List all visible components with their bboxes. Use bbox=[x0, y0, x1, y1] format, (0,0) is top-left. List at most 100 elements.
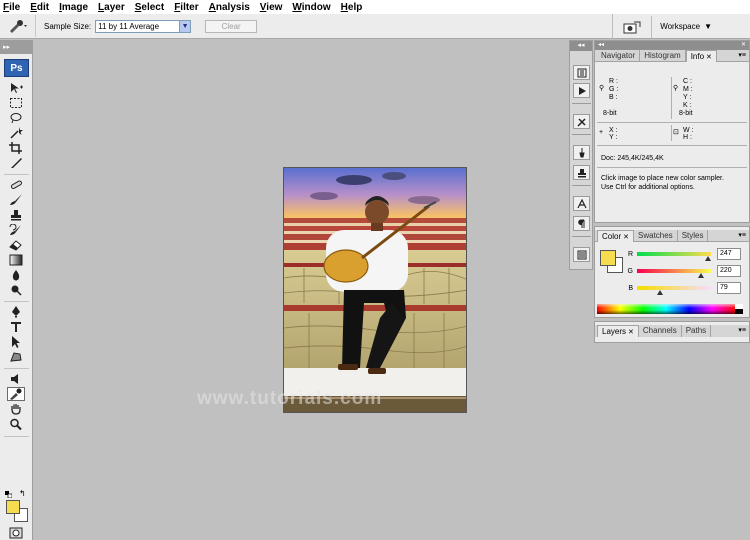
tool-presets-icon bbox=[576, 117, 586, 127]
gradient-tool[interactable] bbox=[7, 253, 25, 267]
menu-window[interactable]: Window bbox=[292, 2, 330, 13]
green-slider-thumb[interactable] bbox=[698, 273, 704, 278]
menu-bar: File Edit Image Layer Select Filter Anal… bbox=[0, 0, 750, 14]
color-ramp[interactable] bbox=[597, 304, 743, 314]
eraser-tool[interactable] bbox=[7, 238, 25, 252]
blue-slider-thumb[interactable] bbox=[657, 290, 663, 295]
move-tool[interactable] bbox=[7, 81, 25, 95]
blur-tool[interactable] bbox=[7, 268, 25, 282]
watermark-text: www.tutorials.com bbox=[197, 388, 383, 409]
info-bit-right: 8-bit bbox=[679, 110, 693, 117]
marquee-tool[interactable] bbox=[7, 96, 25, 110]
info-panel-header[interactable]: ◂◂ ✕ bbox=[595, 41, 749, 50]
path-selection-tool[interactable] bbox=[7, 335, 25, 349]
go-to-bridge-button[interactable] bbox=[621, 19, 643, 35]
layer-comps-icon bbox=[577, 250, 586, 259]
options-bar: Sample Size: 11 by 11 Average ▼ Clear Wo… bbox=[0, 14, 750, 39]
dock-layer-comps-button[interactable] bbox=[573, 247, 590, 262]
menu-layer[interactable]: Layer bbox=[98, 2, 125, 13]
dock-tool-presets-button[interactable] bbox=[573, 114, 590, 129]
lasso-tool[interactable] bbox=[7, 111, 25, 125]
panel-menu-icon[interactable]: ▾≡ bbox=[738, 326, 746, 334]
tab-channels[interactable]: Channels bbox=[639, 325, 682, 337]
shape-tool[interactable] bbox=[7, 350, 25, 364]
dock-character-button[interactable] bbox=[573, 196, 590, 211]
clear-button[interactable]: Clear bbox=[205, 19, 258, 33]
tab-info[interactable]: Info ✕ bbox=[685, 50, 717, 62]
red-value-field[interactable]: 247 bbox=[717, 248, 741, 260]
magic-wand-tool[interactable] bbox=[7, 126, 25, 140]
menu-help[interactable]: Help bbox=[341, 2, 363, 13]
eyedropper-icon: ⚲ bbox=[673, 85, 679, 92]
close-icon[interactable]: ✕ bbox=[706, 54, 712, 61]
close-icon[interactable]: ✕ bbox=[623, 234, 629, 241]
panel-menu-icon[interactable]: ▾≡ bbox=[738, 51, 746, 59]
pen-icon bbox=[12, 306, 20, 318]
layers-panel-group: Layers ✕ Channels Paths ▾≡ bbox=[594, 321, 750, 343]
tab-info-label: Info bbox=[690, 52, 705, 61]
clone-stamp-tool[interactable] bbox=[7, 208, 25, 222]
dock-history-button[interactable] bbox=[573, 65, 590, 80]
slice-tool[interactable] bbox=[7, 156, 25, 170]
tool-preset-picker[interactable] bbox=[0, 15, 36, 37]
menu-image[interactable]: Image bbox=[59, 2, 88, 13]
blue-value-field[interactable]: 79 bbox=[717, 282, 741, 294]
info-hint-line1: Click image to place new color sampler. bbox=[601, 175, 724, 182]
dock-brushes-button[interactable] bbox=[573, 145, 590, 160]
zoom-tool[interactable] bbox=[7, 417, 25, 431]
foreground-color-swatch[interactable] bbox=[6, 500, 20, 514]
menu-select[interactable]: Select bbox=[135, 2, 164, 13]
dock-paragraph-button[interactable] bbox=[573, 216, 590, 231]
black-ramp-end[interactable] bbox=[735, 309, 743, 314]
pen-tool[interactable] bbox=[7, 305, 25, 319]
crop-tool[interactable] bbox=[7, 141, 25, 155]
dock-strip-header[interactable]: ◂◂ bbox=[570, 41, 592, 51]
green-slider[interactable] bbox=[637, 269, 711, 278]
tools-panel-grip[interactable]: ▸▸ bbox=[0, 40, 32, 54]
menu-filter[interactable]: Filter bbox=[174, 2, 198, 13]
tool-separator bbox=[4, 174, 29, 175]
menu-view[interactable]: View bbox=[260, 2, 283, 13]
dodge-icon bbox=[11, 285, 22, 296]
photoshop-logo[interactable]: Ps bbox=[4, 59, 29, 77]
brush-tool[interactable] bbox=[7, 193, 25, 207]
close-icon[interactable]: ✕ bbox=[628, 329, 634, 336]
green-value-field[interactable]: 220 bbox=[717, 265, 741, 277]
menu-file[interactable]: File bbox=[3, 2, 20, 13]
sample-size-select[interactable]: 11 by 11 Average ▼ bbox=[95, 19, 192, 33]
tab-navigator[interactable]: Navigator bbox=[597, 50, 641, 62]
red-slider-thumb[interactable] bbox=[705, 256, 711, 261]
tab-layers[interactable]: Layers ✕ bbox=[597, 325, 639, 337]
info-g-label: G : bbox=[609, 86, 619, 93]
tab-swatches[interactable]: Swatches bbox=[634, 230, 678, 242]
menu-edit[interactable]: Edit bbox=[30, 2, 49, 13]
tab-color[interactable]: Color ✕ bbox=[597, 230, 634, 242]
bridge-icon bbox=[623, 21, 641, 33]
dock-clone-source-button[interactable] bbox=[573, 165, 590, 180]
info-k-label: K : bbox=[683, 102, 692, 109]
red-slider[interactable] bbox=[637, 252, 711, 261]
tab-histogram[interactable]: Histogram bbox=[640, 50, 686, 62]
blue-slider[interactable] bbox=[637, 286, 711, 295]
tab-paths[interactable]: Paths bbox=[682, 325, 712, 337]
healing-brush-tool[interactable] bbox=[7, 178, 25, 192]
hand-tool[interactable] bbox=[7, 402, 25, 416]
color-panel-group: Color ✕ Swatches Styles ▾≡ R 247 G 220 B … bbox=[594, 226, 750, 318]
tab-styles[interactable]: Styles bbox=[678, 230, 709, 242]
panel-menu-icon[interactable]: ▾≡ bbox=[738, 231, 746, 239]
tab-color-label: Color bbox=[602, 232, 622, 241]
workspace-button[interactable]: Workspace ▼ bbox=[660, 22, 712, 31]
notes-tool[interactable] bbox=[7, 372, 25, 386]
dodge-tool[interactable] bbox=[7, 283, 25, 297]
menu-analysis[interactable]: Analysis bbox=[209, 2, 250, 13]
history-brush-tool[interactable] bbox=[7, 223, 25, 237]
character-icon bbox=[576, 198, 587, 208]
document-canvas[interactable] bbox=[283, 167, 467, 413]
type-tool[interactable] bbox=[7, 320, 25, 334]
default-colors-icon[interactable] bbox=[5, 489, 13, 499]
crosshair-icon: + bbox=[599, 129, 604, 136]
swap-colors-icon[interactable]: ↰ bbox=[19, 489, 26, 498]
eyedropper-tool[interactable] bbox=[7, 387, 25, 401]
quick-mask-button[interactable] bbox=[7, 526, 25, 540]
dock-actions-button[interactable] bbox=[573, 83, 590, 98]
